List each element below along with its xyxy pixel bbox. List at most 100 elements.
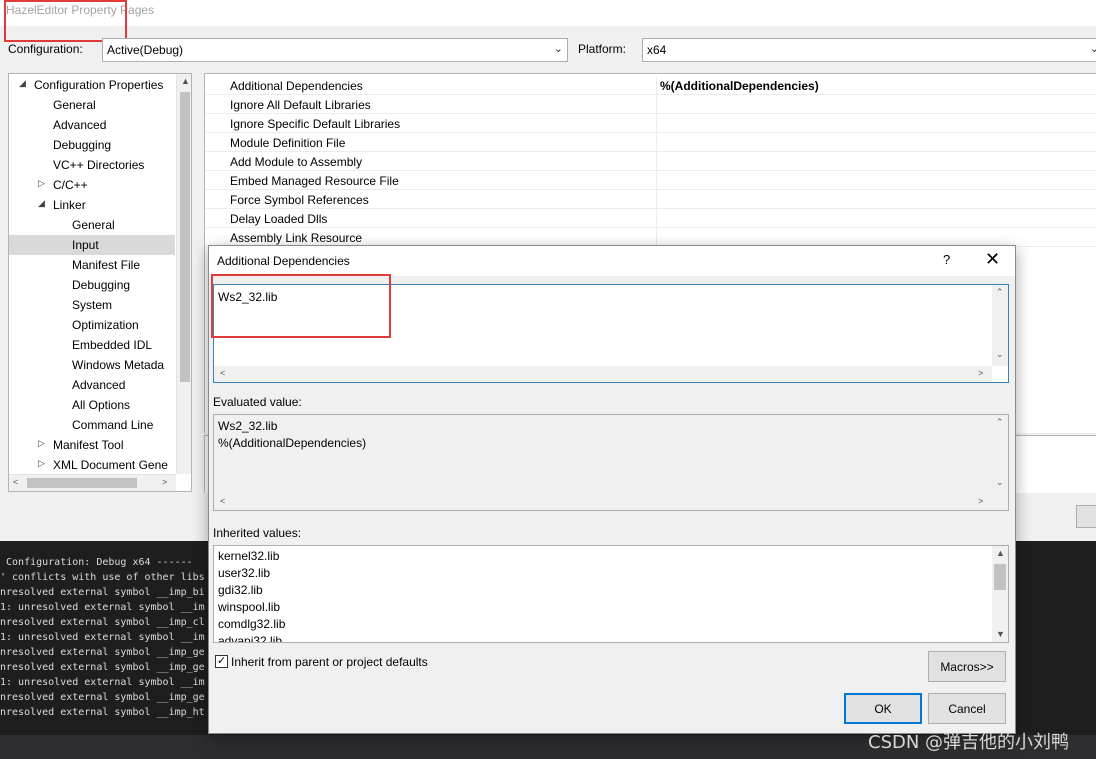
scroll-down-icon[interactable]: ▼ — [996, 629, 1005, 639]
ok-button-label: OK — [874, 701, 892, 716]
inherited-line: advapi32.lib — [218, 634, 283, 643]
tree-item[interactable]: VC++ Directories — [9, 155, 175, 175]
scroll-up-icon[interactable]: ⌃ — [996, 417, 1004, 428]
evaluated-line: %(AdditionalDependencies) — [218, 436, 367, 450]
tree-item[interactable]: ▷ XML Document Gene — [9, 455, 175, 475]
tree-item-label: VC++ Directories — [53, 158, 145, 172]
tree-item-label: Advanced — [72, 378, 126, 392]
tree-item[interactable]: Debugging — [9, 135, 175, 155]
tree-horizontal-scrollbar[interactable]: < > — [9, 474, 176, 491]
tree-item[interactable]: ▷ Manifest Tool — [9, 435, 175, 455]
window-title: HazelEditor Property Pages — [6, 3, 155, 17]
edit-vertical-scrollbar[interactable]: ⌃ ⌄ — [992, 285, 1008, 366]
configuration-select[interactable]: Active(Debug) ⌄ — [102, 38, 568, 62]
tree-item-label: Input — [72, 238, 99, 252]
inherited-scroll-thumb[interactable] — [994, 564, 1006, 590]
tree-item[interactable]: General — [9, 95, 175, 115]
dependencies-edit-box[interactable]: Ws2_32.lib ⌃ ⌄ < > — [213, 284, 1009, 383]
configuration-value: Active(Debug) — [107, 43, 184, 57]
dialog-title: Additional Dependencies — [217, 254, 350, 268]
macros-button[interactable]: Macros>> — [928, 651, 1006, 682]
scroll-left-icon[interactable]: < — [13, 477, 18, 487]
property-name: Assembly Link Resource — [230, 231, 363, 245]
tree-hscroll-thumb[interactable] — [27, 478, 137, 488]
tree-item[interactable]: Command Line — [9, 415, 175, 435]
check-icon: ✓ — [217, 655, 227, 667]
tree-scroll-thumb[interactable] — [180, 92, 190, 382]
expanded-triangle-icon[interactable]: ◢ — [19, 78, 26, 89]
tree-item[interactable]: System — [9, 295, 175, 315]
property-name: Embed Managed Resource File — [230, 174, 399, 188]
scroll-left-icon[interactable]: < — [220, 496, 225, 506]
console-line: Configuration: Debug x64 ------ — [0, 557, 193, 568]
tree-item[interactable]: ▷ C/C++ — [9, 175, 175, 195]
property-row[interactable]: Force Symbol References — [205, 190, 1096, 209]
tree-vertical-scrollbar[interactable]: ▲ — [176, 74, 191, 474]
inherit-checkbox[interactable]: ✓ — [215, 655, 228, 668]
property-name: Add Module to Assembly — [230, 155, 363, 169]
platform-select[interactable]: x64 ⌄ — [642, 38, 1096, 62]
tree-item[interactable]: Advanced — [9, 115, 175, 135]
property-tree[interactable]: ◢ Configuration Properties General Advanced… — [8, 73, 192, 492]
tree-item[interactable]: Optimization — [9, 315, 175, 335]
scroll-up-icon[interactable]: ▲ — [996, 548, 1005, 558]
evaluated-horizontal-scrollbar[interactable]: < > — [214, 494, 992, 510]
inherited-line: comdlg32.lib — [218, 617, 286, 631]
tree-item[interactable]: Windows Metada — [9, 355, 175, 375]
evaluated-vertical-scrollbar[interactable]: ⌃ ⌄ — [992, 415, 1008, 494]
ok-button[interactable]: OK — [844, 693, 922, 724]
tree-item[interactable]: Advanced — [9, 375, 175, 395]
tree-item[interactable]: ◢ Configuration Properties — [9, 75, 175, 95]
cancel-button[interactable]: Cancel — [928, 693, 1006, 724]
scroll-down-icon[interactable]: ⌄ — [996, 477, 1004, 488]
inherit-checkbox-label[interactable]: Inherit from parent or project defaults — [231, 655, 428, 669]
scroll-right-icon[interactable]: > — [162, 477, 167, 487]
tree-item[interactable]: Input — [9, 235, 175, 255]
edit-horizontal-scrollbar[interactable]: < > — [214, 366, 992, 382]
collapsed-triangle-icon[interactable]: ▷ — [38, 438, 45, 449]
scroll-down-icon[interactable]: ⌄ — [996, 349, 1004, 360]
tree-item[interactable]: Embedded IDL — [9, 335, 175, 355]
scroll-right-icon[interactable]: > — [978, 368, 983, 378]
property-row[interactable]: Module Definition File — [205, 133, 1096, 152]
inherited-label: Inherited values: — [213, 526, 302, 540]
tree-item-label: Optimization — [72, 318, 139, 332]
tree-item[interactable]: All Options — [9, 395, 175, 415]
expanded-triangle-icon[interactable]: ◢ — [38, 198, 45, 209]
column-divider — [656, 95, 657, 114]
close-icon[interactable]: ✕ — [985, 249, 1000, 270]
tree-item[interactable]: Manifest File — [9, 255, 175, 275]
property-row[interactable]: Ignore All Default Libraries — [205, 95, 1096, 114]
property-row[interactable]: Ignore Specific Default Libraries — [205, 114, 1096, 133]
inherited-line: kernel32.lib — [218, 549, 280, 563]
collapsed-triangle-icon[interactable]: ▷ — [38, 458, 45, 469]
collapsed-triangle-icon[interactable]: ▷ — [38, 178, 45, 189]
scroll-right-icon[interactable]: > — [978, 496, 983, 506]
chevron-down-icon: ⌄ — [553, 43, 563, 55]
tree-item[interactable]: General — [9, 215, 175, 235]
property-name: Delay Loaded Dlls — [230, 212, 328, 226]
tree-item-label: General — [53, 98, 96, 112]
property-row[interactable]: Additional Dependencies %(AdditionalDepen… — [205, 76, 1096, 95]
scroll-up-icon[interactable]: ▲ — [181, 76, 190, 86]
scroll-left-icon[interactable]: < — [220, 368, 225, 378]
platform-value: x64 — [647, 43, 667, 57]
apply-button-partial[interactable] — [1076, 505, 1096, 528]
tree-item-label: General — [72, 218, 115, 232]
help-icon[interactable]: ? — [943, 252, 950, 267]
tree-item[interactable]: Debugging — [9, 275, 175, 295]
edit-text[interactable]: Ws2_32.lib — [218, 290, 277, 304]
evaluated-label: Evaluated value: — [213, 395, 302, 409]
property-row[interactable]: Add Module to Assembly — [205, 152, 1096, 171]
property-value: %(AdditionalDependencies) — [660, 79, 819, 93]
inherited-vertical-scrollbar[interactable]: ▲ ▼ — [992, 546, 1008, 642]
console-line: ' conflicts with use of other libs — [0, 572, 205, 583]
column-divider — [656, 76, 657, 95]
column-divider — [656, 190, 657, 209]
property-row[interactable]: Embed Managed Resource File — [205, 171, 1096, 190]
property-row[interactable]: Delay Loaded Dlls — [205, 209, 1096, 228]
tree-item[interactable]: ◢ Linker — [9, 195, 175, 215]
inherited-line: gdi32.lib — [218, 583, 263, 597]
scroll-up-icon[interactable]: ⌃ — [996, 287, 1004, 298]
platform-label: Platform: — [578, 42, 627, 56]
